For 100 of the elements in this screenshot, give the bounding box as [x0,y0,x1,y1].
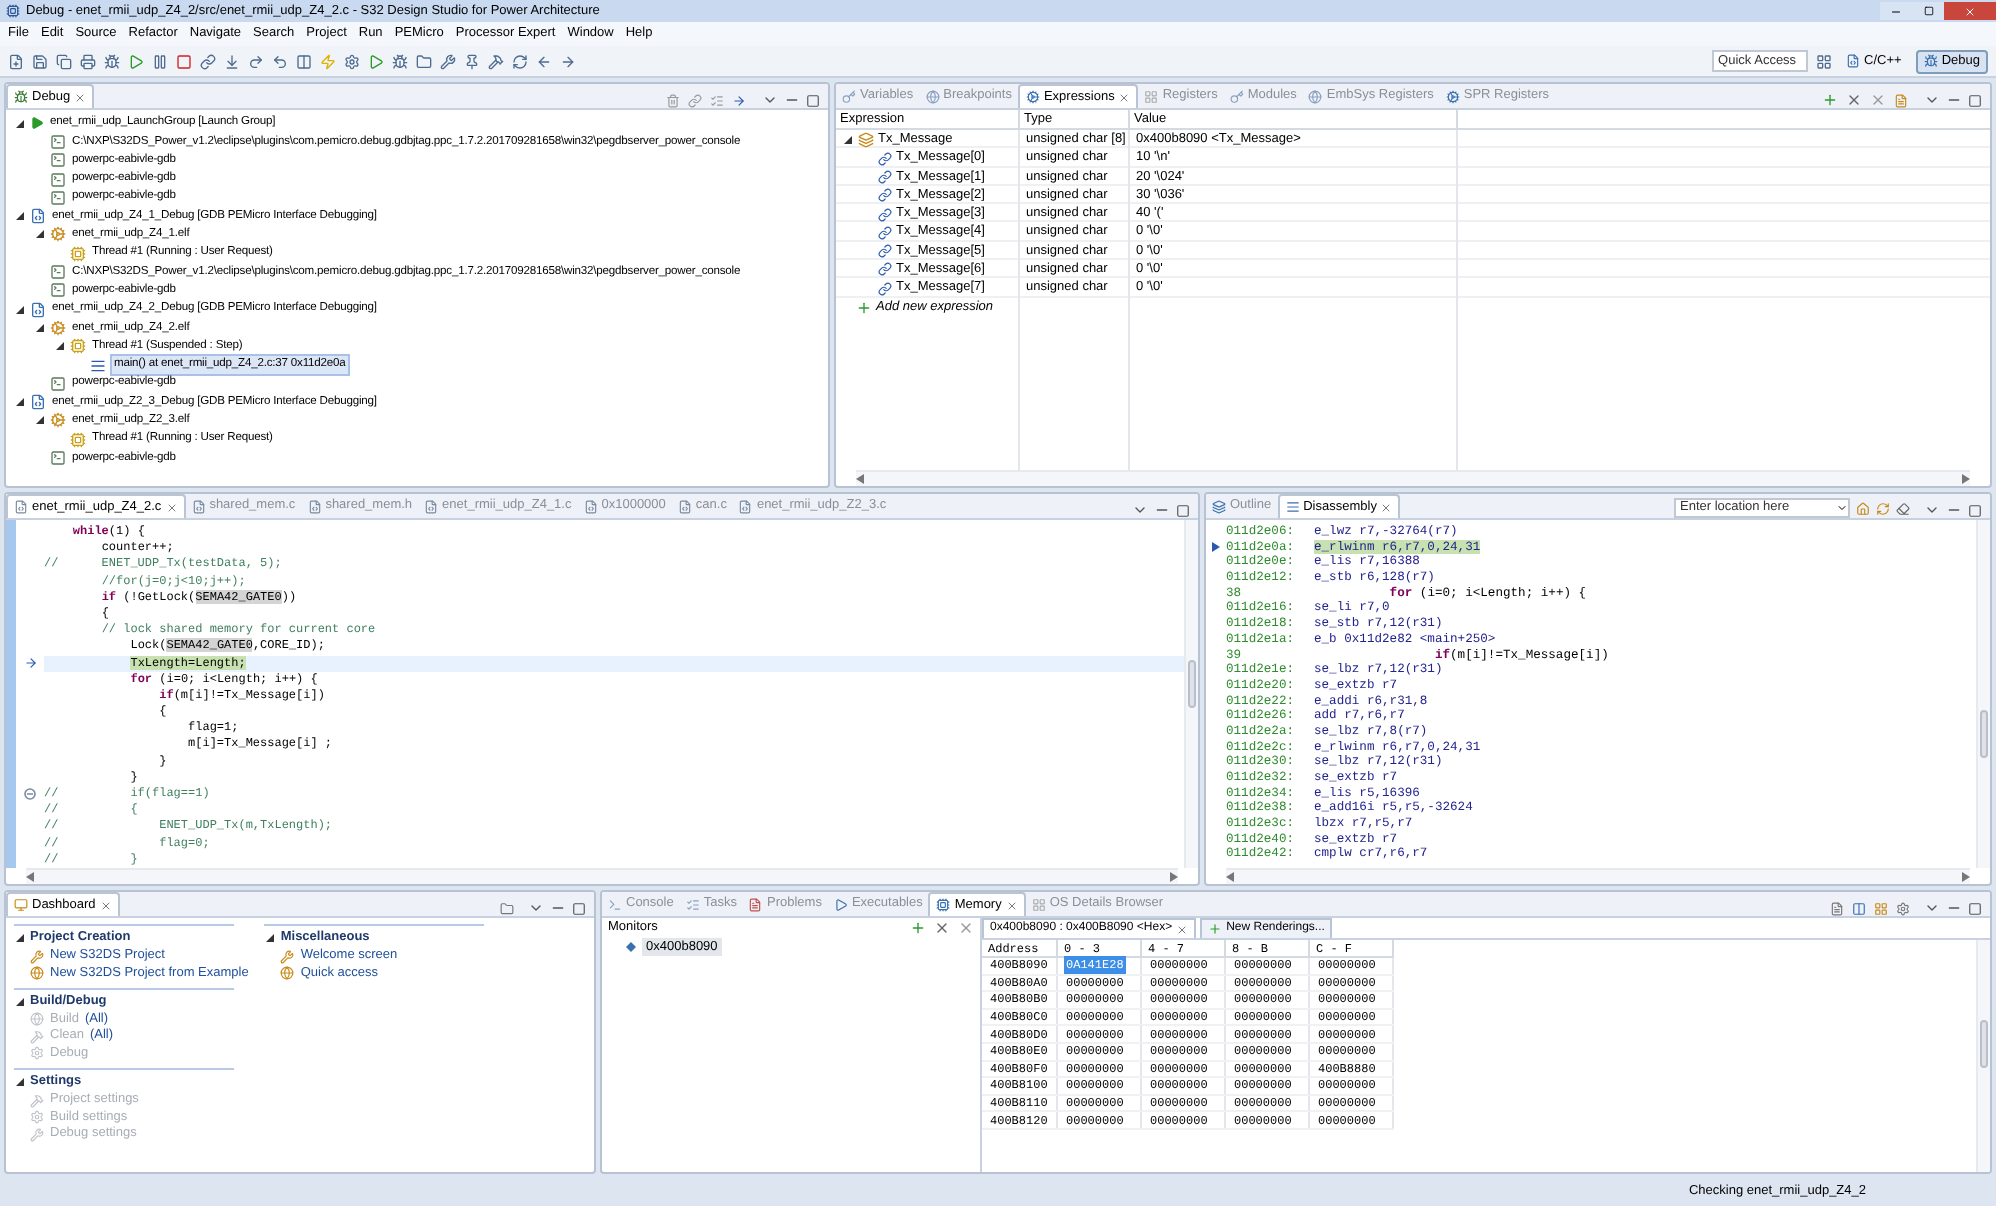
maximize-icon[interactable] [1968,93,1982,107]
page-icon[interactable] [1830,902,1844,916]
scroll-right-icon[interactable] [1962,872,1970,882]
add-icon[interactable] [910,920,926,936]
view-menu-icon[interactable] [1924,92,1940,108]
pin-icon[interactable] [464,53,480,69]
list-icon[interactable] [710,94,724,108]
minimize-button[interactable] [1880,2,1912,20]
scroll-left-icon[interactable] [26,872,34,882]
close-icon[interactable] [1118,91,1131,103]
maximize-icon[interactable] [806,93,820,107]
bug-icon [1923,54,1938,68]
scroll-left-icon[interactable] [1226,872,1234,882]
maximize-icon[interactable] [1968,503,1982,517]
expand-arrow-icon[interactable] [14,1075,26,1088]
eraser-icon[interactable] [1896,501,1910,515]
folder-icon[interactable] [500,902,514,916]
remove-icon[interactable] [666,94,680,108]
horizontal-scrollbar[interactable] [856,470,1970,486]
refresh-icon[interactable] [512,53,528,69]
fold-icon[interactable] [24,788,36,801]
code-file-icon [424,499,439,513]
maximize-icon[interactable] [1923,6,1933,16]
resume-icon[interactable] [128,53,144,69]
close-icon[interactable] [74,91,87,103]
remove-all-icon[interactable] [1870,92,1886,108]
back-icon[interactable] [536,53,552,69]
close-icon[interactable] [99,899,112,911]
expand-arrow-icon[interactable] [34,228,46,241]
settings-icon[interactable] [344,53,360,69]
maximize-icon[interactable] [1968,901,1982,915]
open-perspective-icon[interactable] [1816,53,1833,69]
gear-icon [50,412,66,429]
gear-icon [50,319,66,336]
expand-arrow-icon[interactable] [842,133,854,146]
remove-all-icon[interactable] [958,920,974,936]
scroll-right-icon[interactable] [1170,872,1178,882]
folder-icon[interactable] [416,53,432,69]
expand-arrow-icon[interactable] [34,321,46,334]
expand-arrow-icon[interactable] [14,210,26,223]
copy-icon[interactable] [56,53,72,69]
new-file-icon[interactable] [8,53,24,69]
code-file-icon [677,499,692,513]
expand-arrow-icon[interactable] [14,995,26,1008]
vertical-scrollbar[interactable] [1976,520,1990,868]
step-into-icon[interactable] [224,53,240,69]
close-icon[interactable] [165,501,178,513]
hammer-icon[interactable] [488,53,504,69]
settings-icon[interactable] [1896,902,1910,916]
debug-icon[interactable] [104,53,120,69]
columns-icon[interactable] [1852,902,1866,916]
terminate-icon[interactable] [176,53,192,69]
vertical-scrollbar[interactable] [1184,520,1198,868]
expand-arrow-icon[interactable] [14,117,26,130]
close-icon[interactable] [1380,501,1393,513]
view-menu-icon[interactable] [1924,900,1940,916]
run-icon[interactable] [368,53,384,69]
expand-arrow-icon[interactable] [14,303,26,316]
remove-icon[interactable] [934,920,950,936]
code-file-icon [30,301,46,318]
save-icon[interactable] [32,53,48,69]
maximize-button[interactable] [1912,2,1944,20]
home-icon[interactable] [1856,501,1870,515]
add-icon[interactable] [1822,92,1838,108]
hammer-icon [30,1093,44,1107]
forward-icon[interactable] [560,53,576,69]
expand-arrow-icon[interactable] [54,340,66,353]
expand-arrow-icon[interactable] [34,414,46,427]
horizontal-scrollbar[interactable] [1226,868,1970,884]
close-icon[interactable] [1005,899,1018,911]
print-icon[interactable] [80,53,96,69]
suspend-icon[interactable] [152,53,168,69]
code-file-icon [30,394,46,411]
expand-arrow-icon[interactable] [264,931,277,944]
tasks-icon [685,897,700,911]
scroll-left-icon[interactable] [856,474,864,484]
horizontal-scrollbar[interactable] [26,868,1178,884]
step-over-icon[interactable] [248,53,264,69]
maximize-icon[interactable] [1176,503,1190,517]
debug-run-icon[interactable] [392,53,408,69]
wrench-icon[interactable] [440,53,456,69]
vertical-scrollbar[interactable] [1976,940,1990,1172]
dropdown-icon[interactable] [1836,502,1848,514]
maximize-icon[interactable] [572,901,586,915]
view-menu-icon[interactable] [1132,502,1148,518]
instruction-pointer-icon [1212,542,1220,553]
expand-arrow-icon[interactable] [14,931,26,944]
view-menu-icon[interactable] [528,900,544,916]
refresh-icon[interactable] [1876,501,1890,515]
view-menu-icon[interactable] [762,92,778,108]
close-icon[interactable] [1176,923,1189,935]
scroll-right-icon[interactable] [1962,474,1970,484]
grid-icon[interactable] [1874,902,1888,916]
step-return-icon[interactable] [272,53,288,69]
minimize-icon[interactable] [1890,5,1902,17]
view-menu-icon[interactable] [1924,502,1940,518]
link-icon[interactable] [688,94,702,108]
settings-icon [30,1110,44,1124]
remove-icon[interactable] [1846,92,1862,108]
expand-arrow-icon[interactable] [14,396,26,409]
